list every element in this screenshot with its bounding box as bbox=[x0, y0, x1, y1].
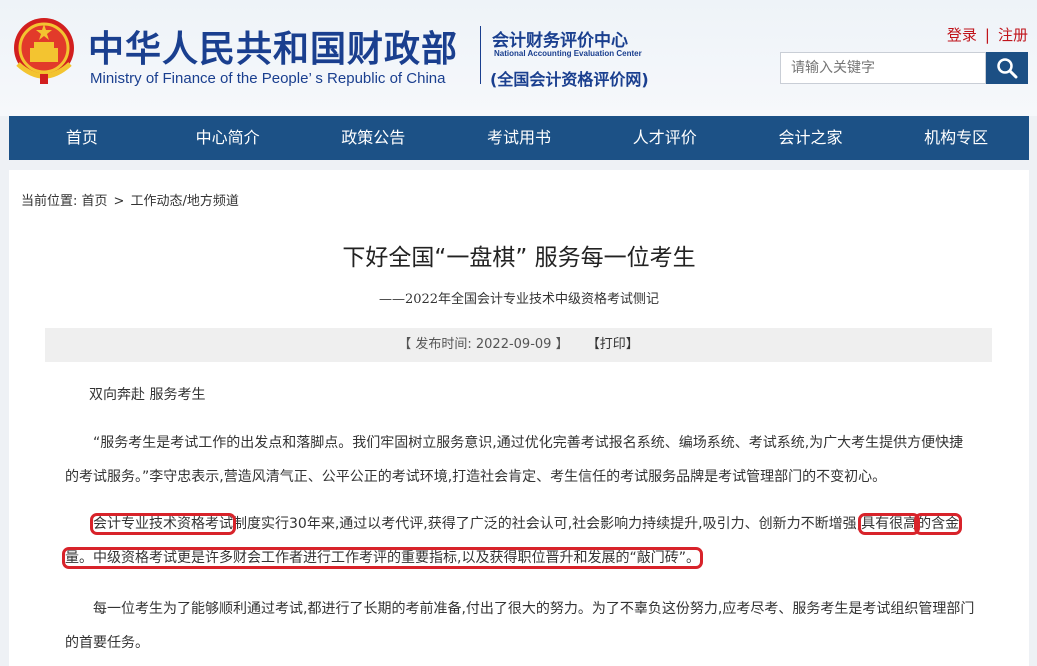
nav-item-about[interactable]: 中心简介 bbox=[155, 116, 301, 160]
article-subtitle: ——2022年全国会计专业技术中级资格考试侧记 bbox=[378, 292, 660, 307]
nav-item-policy[interactable]: 政策公告 bbox=[300, 116, 446, 160]
nav-item-home[interactable]: 首页 bbox=[9, 116, 155, 160]
search-icon bbox=[997, 58, 1018, 79]
publish-label: 【 发布时间: bbox=[398, 337, 472, 352]
highlight-exam-name: 会计专业技术资格考试 bbox=[90, 513, 236, 535]
article-title: 下好全国“一盘棋” 服务每一位考生 bbox=[342, 245, 696, 271]
site-title-en: Ministry of Finance of the People’ s Rep… bbox=[90, 70, 446, 87]
paragraph-1: “服务考生是考试工作的出发点和落脚点。我们牢固树立服务意识,通过优化完善考试报名… bbox=[65, 435, 964, 485]
center-title-en: National Accounting Evaluation Center bbox=[494, 49, 642, 58]
user-links: 登录 | 注册 bbox=[947, 24, 1028, 45]
center-title-cn: 会计财务评价中心 bbox=[492, 31, 628, 51]
site-title-cn: 中华人民共和国财政部 bbox=[88, 29, 459, 70]
publish-close: 】 bbox=[555, 337, 569, 352]
breadcrumb-label: 当前位置: bbox=[21, 194, 78, 209]
center-subtitle: (全国会计资格评价网) bbox=[490, 70, 649, 89]
main-nav: 首页 中心简介 政策公告 考试用书 人才评价 会计之家 机构专区 bbox=[9, 116, 1029, 160]
search-input[interactable] bbox=[780, 52, 986, 84]
publish-date: 2022-09-09 bbox=[475, 337, 552, 352]
breadcrumb-arrow: > bbox=[113, 194, 125, 209]
paragraph-2: 会计专业技术资格考试制度实行30年来,通过以考代评,获得了广泛的社会认可,社会影… bbox=[61, 507, 975, 575]
paragraph-3: 每一位考生为了能够顺利通过考试,都进行了长期的考前准备,付出了很大的努力。为了不… bbox=[65, 601, 975, 651]
title-divider bbox=[480, 26, 481, 84]
breadcrumb-section[interactable]: 工作动态/地方频道 bbox=[130, 194, 238, 209]
section-heading: 双向奔赴 服务考生 bbox=[89, 387, 206, 403]
nav-item-institutions[interactable]: 机构专区 bbox=[883, 116, 1029, 160]
nav-item-talent[interactable]: 人才评价 bbox=[592, 116, 738, 160]
site-header: 中华人民共和国财政部 Ministry of Finance of the Pe… bbox=[0, 0, 1037, 116]
search-button[interactable] bbox=[986, 52, 1028, 84]
nav-item-books[interactable]: 考试用书 bbox=[446, 116, 592, 160]
paragraph-2-middle: 制度实行30年来,通过以考代评,获得了广泛的社会认可,社会影响力持续提升,吸引力… bbox=[233, 516, 862, 532]
print-link[interactable]: 【打印】 bbox=[587, 337, 639, 352]
breadcrumb-home[interactable]: 首页 bbox=[82, 194, 108, 209]
breadcrumb: 当前位置: 首页 > 工作动态/地方频道 bbox=[21, 190, 239, 209]
national-emblem-icon bbox=[14, 18, 74, 84]
article-meta-bar: 【 发布时间: 2022-09-09 】 【打印】 bbox=[45, 328, 992, 362]
article-content: 当前位置: 首页 > 工作动态/地方频道 下好全国“一盘棋” 服务每一位考生 ——2… bbox=[9, 170, 1029, 666]
login-link[interactable]: 登录 bbox=[947, 26, 977, 44]
highlight-value-a: 具有很高 bbox=[858, 513, 921, 535]
link-separator: | bbox=[984, 26, 990, 44]
register-link[interactable]: 注册 bbox=[998, 26, 1028, 44]
nav-item-home-of-accountants[interactable]: 会计之家 bbox=[738, 116, 884, 160]
